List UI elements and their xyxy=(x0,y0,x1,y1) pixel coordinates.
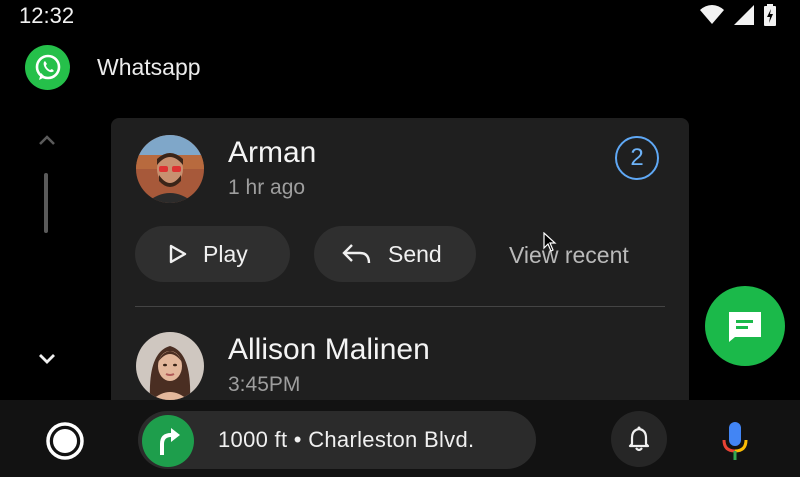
message-time: 1 hr ago xyxy=(228,176,306,199)
voice-assistant-button[interactable] xyxy=(712,418,758,464)
avatar[interactable] xyxy=(136,135,204,203)
scrollbar-thumb[interactable] xyxy=(44,173,48,233)
new-message-button[interactable] xyxy=(705,286,785,366)
home-button[interactable] xyxy=(45,421,85,461)
whatsapp-icon xyxy=(25,45,70,90)
sender-name: Allison Malinen xyxy=(228,333,430,366)
play-label: Play xyxy=(203,240,248,267)
send-button[interactable]: Send xyxy=(314,226,476,282)
status-icons xyxy=(700,4,776,26)
message-icon xyxy=(729,312,761,342)
cursor-icon xyxy=(543,232,557,252)
microphone-icon xyxy=(722,422,748,460)
bell-icon xyxy=(628,426,650,452)
cellular-signal-icon xyxy=(734,5,754,25)
play-icon xyxy=(169,244,187,264)
conversation-card: Arman 1 hr ago 2 Play Send View recent A… xyxy=(111,118,689,408)
reply-icon xyxy=(342,244,371,264)
app-title: Whatsapp xyxy=(97,54,201,80)
notifications-button[interactable] xyxy=(611,411,667,467)
send-label: Send xyxy=(388,240,442,267)
unread-count-badge: 2 xyxy=(615,136,659,180)
scroll-down-icon[interactable] xyxy=(36,350,58,368)
view-recent-button[interactable]: View recent xyxy=(509,242,629,269)
avatar[interactable] xyxy=(136,332,204,400)
battery-charging-icon xyxy=(764,4,776,26)
turn-right-icon xyxy=(142,415,194,467)
divider xyxy=(135,306,665,307)
play-button[interactable]: Play xyxy=(135,226,290,282)
scroll-up-icon[interactable] xyxy=(36,131,58,149)
wifi-icon xyxy=(700,5,724,25)
message-time: 3:45PM xyxy=(228,373,301,396)
sender-name: Arman xyxy=(228,136,317,169)
status-clock: 12:32 xyxy=(19,3,75,28)
navigation-instruction: 1000 ft • Charleston Blvd. xyxy=(218,427,475,452)
